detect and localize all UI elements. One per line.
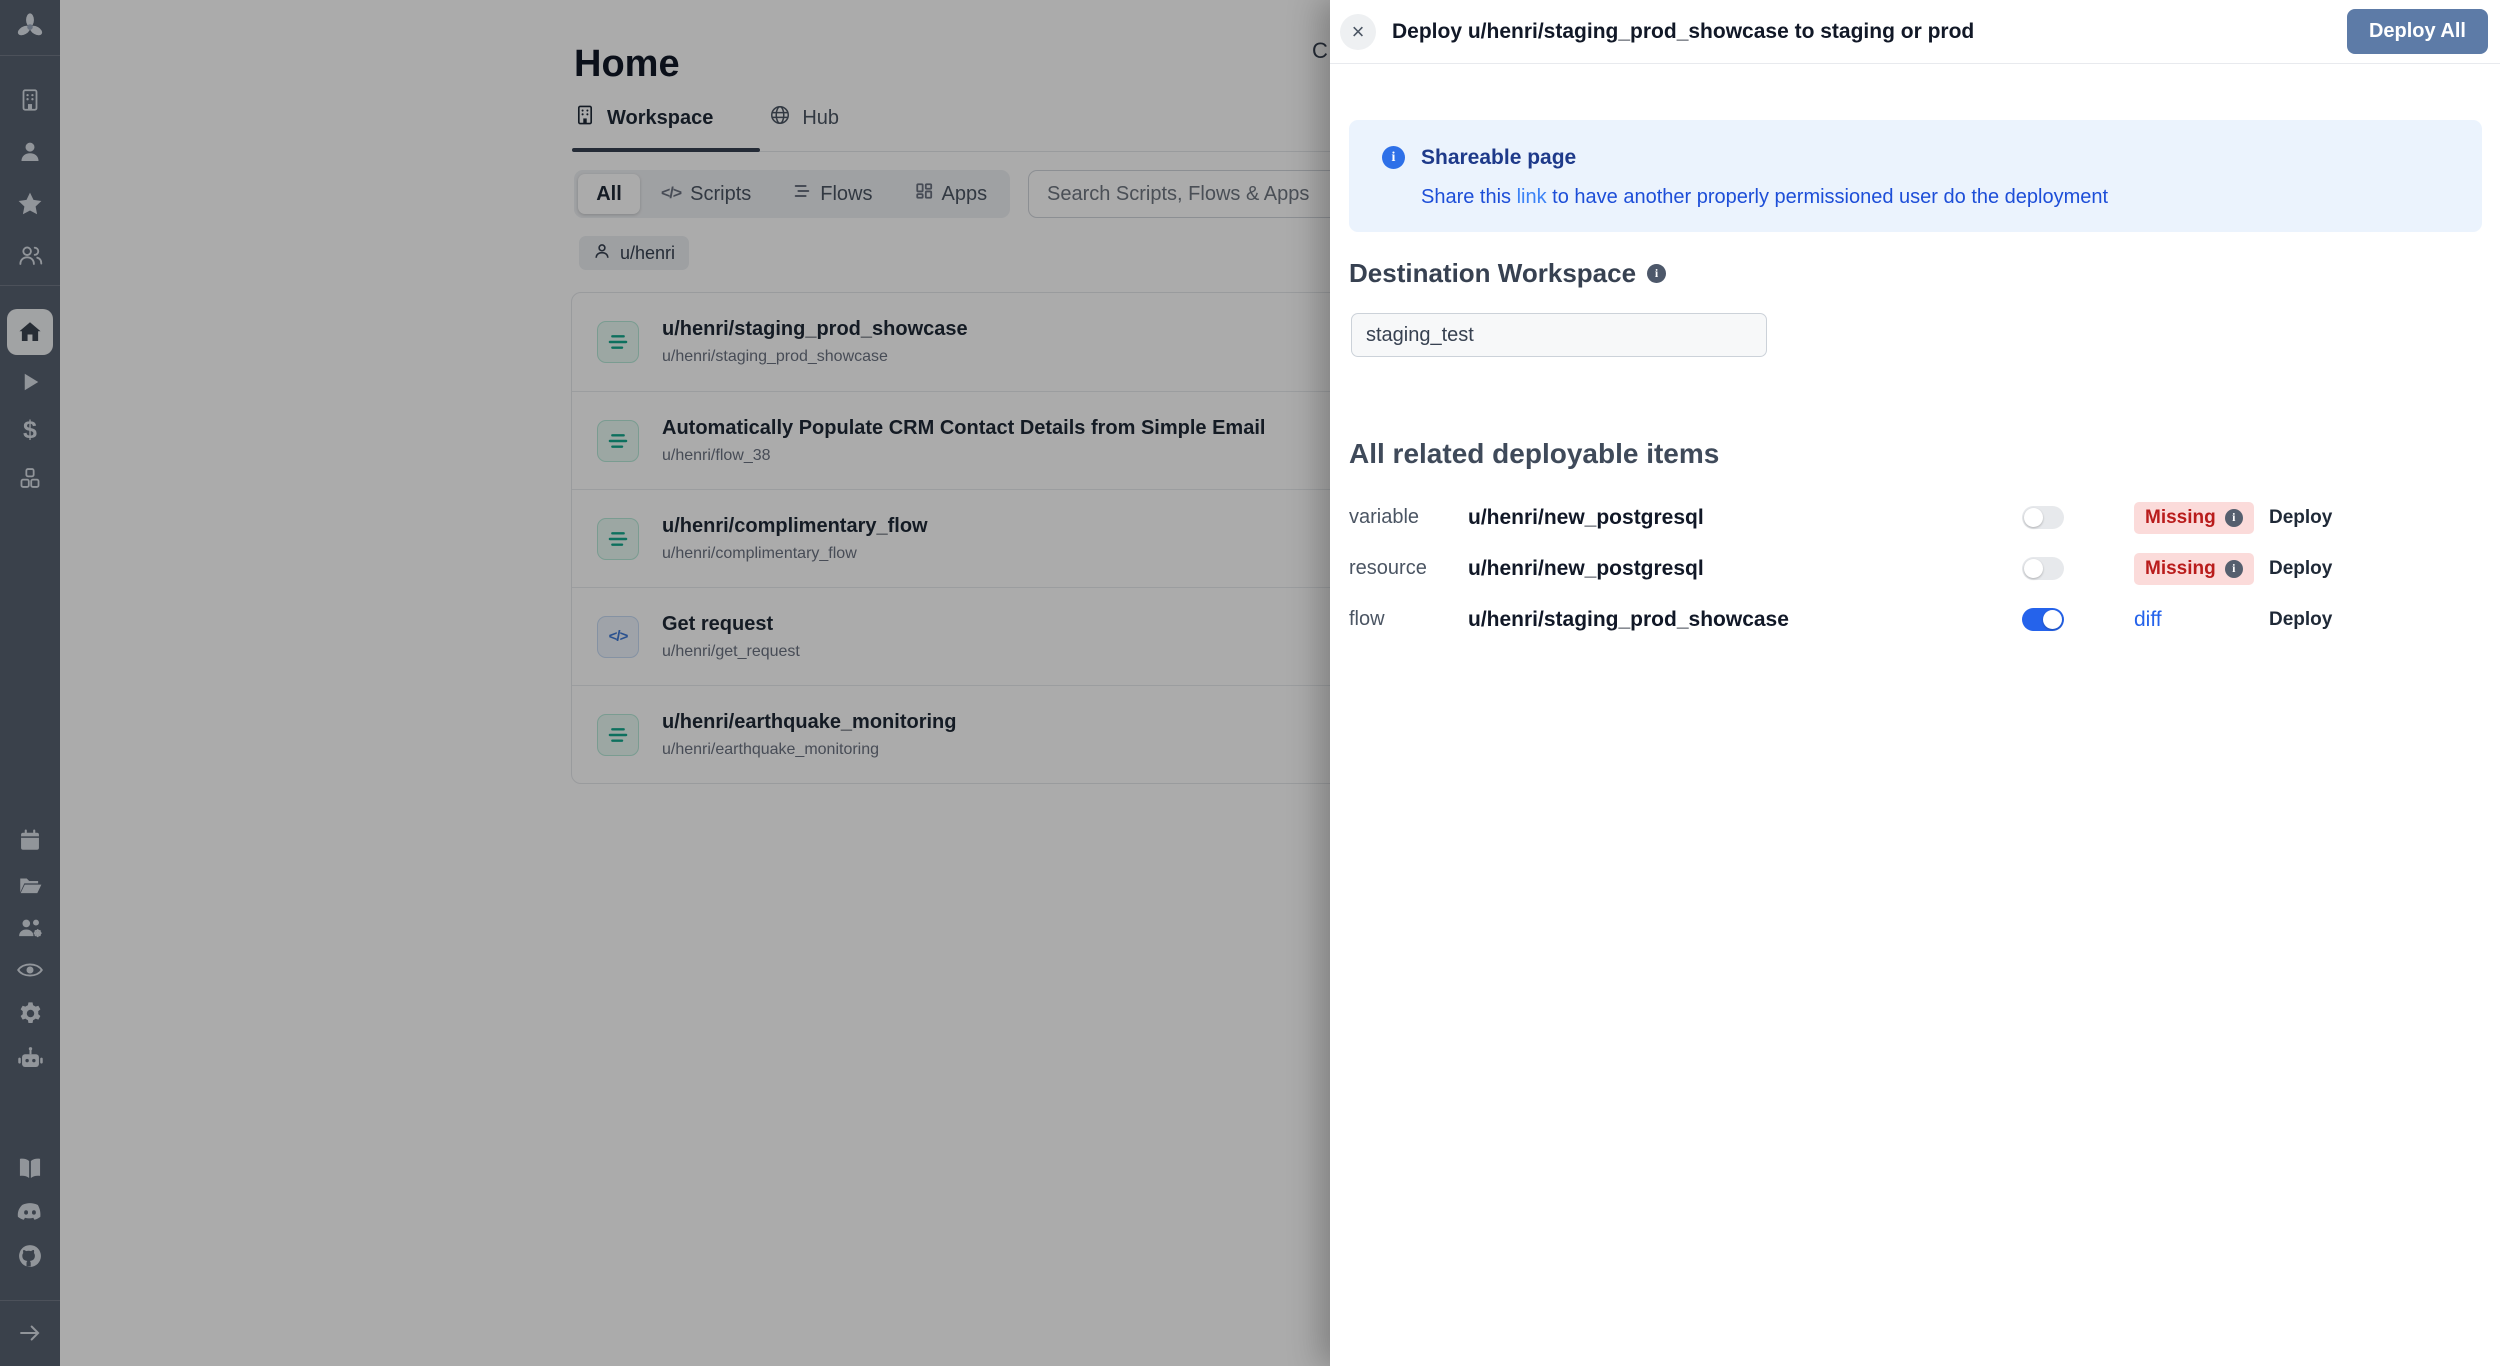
infobox-body: Share this link to have another properly… — [1421, 186, 2108, 209]
missing-badge: Missing i — [2134, 553, 2254, 585]
drawer-title: Deploy u/henri/staging_prod_showcase to … — [1392, 20, 1974, 44]
modal-overlay[interactable] — [0, 0, 1330, 1366]
infobox-title: Shareable page — [1421, 146, 1576, 170]
include-toggle-on[interactable] — [2022, 608, 2064, 631]
deploy-button[interactable]: Deploy — [2269, 558, 2345, 580]
app-window: $ — [0, 0, 2500, 1366]
deployable-items-table: variable u/henri/new_postgresql Missing … — [1349, 492, 2345, 645]
close-icon[interactable]: × — [1340, 14, 1376, 50]
info-icon: i — [1382, 146, 1405, 169]
include-toggle-off[interactable] — [2022, 506, 2064, 529]
share-link[interactable]: link — [1517, 186, 1547, 208]
deploy-button[interactable]: Deploy — [2269, 609, 2345, 631]
deployable-items-heading: All related deployable items — [1349, 438, 1719, 470]
item-kind: flow — [1349, 608, 1468, 631]
include-toggle-off[interactable] — [2022, 557, 2064, 580]
item-name: u/henri/new_postgresql — [1468, 557, 2022, 581]
item-kind: variable — [1349, 506, 1468, 529]
deploy-drawer: × Deploy u/henri/staging_prod_showcase t… — [1330, 0, 2500, 1366]
drawer-header: × Deploy u/henri/staging_prod_showcase t… — [1330, 0, 2500, 64]
item-name: u/henri/staging_prod_showcase — [1468, 608, 2022, 632]
deploy-all-button[interactable]: Deploy All — [2347, 9, 2488, 54]
missing-badge: Missing i — [2134, 502, 2254, 534]
item-name: u/henri/new_postgresql — [1468, 506, 2022, 530]
destination-workspace-input[interactable] — [1351, 313, 1767, 357]
deploy-button[interactable]: Deploy — [2269, 507, 2345, 529]
shareable-page-infobox: i Shareable page Share this link to have… — [1349, 120, 2482, 232]
item-kind: resource — [1349, 557, 1468, 580]
diff-link[interactable]: diff — [2134, 608, 2162, 632]
info-icon[interactable]: i — [1647, 264, 1666, 283]
destination-workspace-heading: Destination Workspace i — [1349, 258, 1666, 289]
info-icon[interactable]: i — [2225, 560, 2243, 578]
info-icon[interactable]: i — [2225, 509, 2243, 527]
